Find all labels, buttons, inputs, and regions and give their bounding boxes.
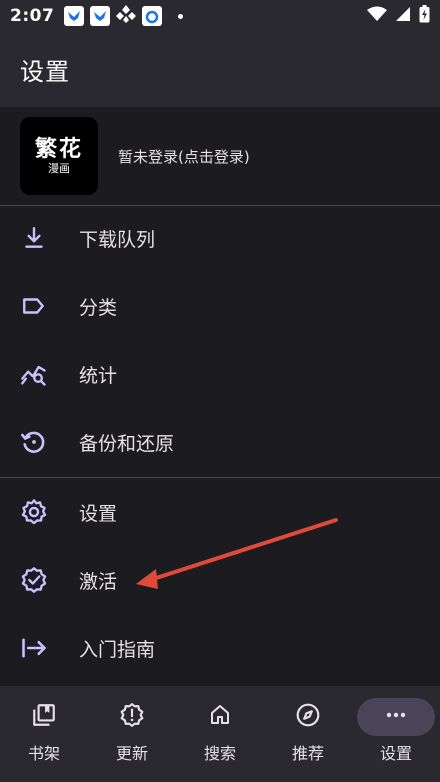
alert-gear-icon — [119, 702, 145, 732]
bird-app-icon — [90, 6, 111, 26]
menu-item-settings[interactable]: 设置 — [0, 478, 440, 546]
library-icon — [31, 702, 57, 732]
menu-label: 备份和还原 — [79, 432, 175, 455]
more-notifications-dot — [178, 13, 184, 19]
backup-restore-icon — [20, 428, 48, 456]
bottom-navigation: 书架 更新 搜索 推荐 设置 — [0, 686, 440, 782]
nav-item-search[interactable]: 搜索 — [176, 686, 264, 782]
login-prompt: 暂未登录(点击登录) — [118, 147, 250, 166]
nav-item-settings[interactable]: 设置 — [352, 686, 440, 782]
bird-app-icon — [64, 6, 85, 26]
nav-pill-active — [357, 698, 435, 736]
nav-label: 推荐 — [291, 744, 324, 763]
nav-item-recommend[interactable]: 推荐 — [264, 686, 352, 782]
page-title: 设置 — [20, 58, 70, 86]
menu-item-stats[interactable]: 统计 — [0, 340, 440, 408]
nav-pill — [5, 698, 83, 736]
nav-pill — [93, 698, 171, 736]
more-icon — [384, 703, 408, 731]
menu-item-activate[interactable]: 激活 — [0, 546, 440, 614]
guide-icon — [20, 634, 48, 662]
wifi-icon — [367, 6, 387, 26]
menu-item-guide[interactable]: 入门指南 — [0, 614, 440, 682]
nav-pill — [181, 698, 259, 736]
menu-item-categories[interactable]: 分类 — [0, 272, 440, 340]
nav-label: 更新 — [115, 744, 148, 763]
menu-label: 分类 — [79, 296, 118, 319]
verified-icon — [20, 566, 48, 594]
browser-app-icon — [142, 6, 163, 26]
stats-icon — [20, 360, 48, 388]
signal-icon — [395, 6, 411, 26]
logo-sub-text: 漫画 — [48, 162, 70, 175]
nav-label: 设置 — [379, 744, 412, 763]
menu-item-backup-restore[interactable]: 备份和还原 — [0, 408, 440, 476]
compass-icon — [295, 702, 321, 732]
app-bar: 设置 — [0, 32, 440, 107]
app-logo: 繁花 漫画 — [20, 117, 98, 195]
menu-item-download-queue[interactable]: 下载队列 — [0, 204, 440, 272]
notification-icons — [64, 4, 184, 28]
nav-label: 书架 — [27, 744, 60, 763]
menu-label: 统计 — [79, 364, 118, 387]
status-time: 2:07 — [10, 6, 55, 26]
nav-pill — [269, 698, 347, 736]
menu-label: 激活 — [79, 570, 118, 593]
logo-main-text: 繁花 — [34, 136, 83, 162]
menu-label: 入门指南 — [79, 638, 156, 661]
nav-label: 搜索 — [203, 744, 236, 763]
menu-label: 设置 — [79, 502, 118, 525]
label-icon — [20, 292, 48, 320]
nav-item-updates[interactable]: 更新 — [88, 686, 176, 782]
battery-icon — [419, 5, 430, 27]
status-bar: 2:07 — [0, 0, 440, 32]
status-right — [367, 5, 430, 27]
home-icon — [208, 703, 232, 731]
gear-icon — [20, 498, 48, 526]
diamond-app-icon — [116, 4, 137, 28]
nav-item-library[interactable]: 书架 — [0, 686, 88, 782]
menu-label: 下载队列 — [79, 228, 156, 251]
download-icon — [20, 224, 48, 252]
account-login-row[interactable]: 繁花 漫画 暂未登录(点击登录) — [0, 107, 440, 205]
